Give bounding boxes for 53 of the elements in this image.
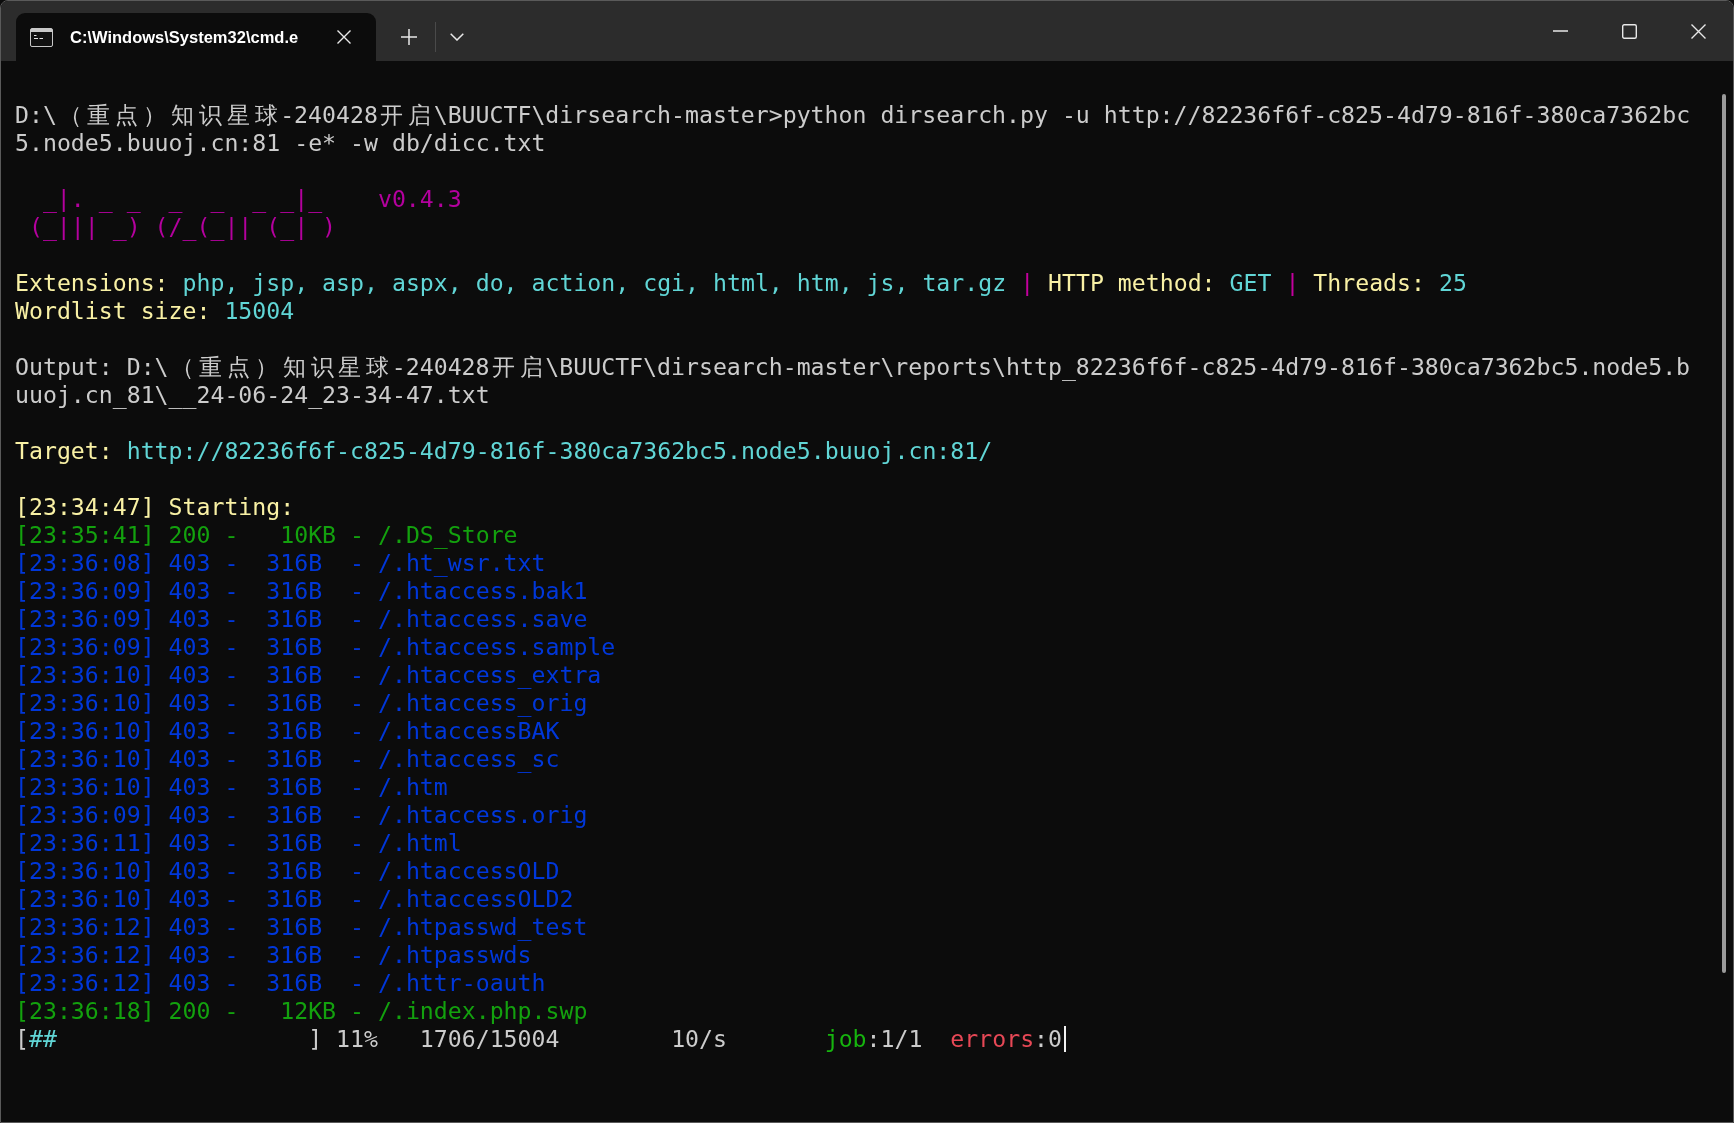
setting-value: http://82236f6f-c825-4d79-816f-380ca7362bc5.node5.buuoj.cn:81/ bbox=[126, 437, 993, 465]
setting-label: Wordlist size: bbox=[15, 297, 211, 325]
terminal-line: uuoj.cn_81\__24-06-24_23-34-47.txt bbox=[15, 381, 490, 409]
log-line: [23:36:09] 403 - 316B - /.htaccess.sample bbox=[15, 633, 616, 661]
terminal-icon bbox=[30, 27, 53, 47]
log-line: [23:36:10] 403 - 316B - /.htm bbox=[15, 773, 448, 801]
log-line: [23:35:41] 200 - 10KB - /.DS_Store bbox=[15, 521, 518, 549]
terminal-tab[interactable]: C:\Windows\System32\cmd.e bbox=[16, 13, 376, 61]
log-line: [23:36:10] 403 - 316B - /.htaccess_sc bbox=[15, 745, 560, 773]
log-line: [23:36:12] 403 - 316B - /.htpasswd_test bbox=[15, 913, 588, 941]
percent-text: 11% bbox=[336, 1025, 378, 1053]
terminal-line: 5.node5.buuoj.cn:81 -e* -w db/dicc.txt bbox=[15, 129, 546, 157]
setting-label: HTTP method: bbox=[1048, 269, 1216, 297]
log-line: [23:36:12] 403 - 316B - /.htpasswds bbox=[15, 941, 532, 969]
setting-label: Target: bbox=[15, 437, 113, 465]
log-line: [23:36:18] 200 - 12KB - /.index.php.swp bbox=[15, 997, 588, 1025]
version-text: v0.4.3 bbox=[377, 185, 462, 213]
count-text: 1706/15004 bbox=[419, 1025, 560, 1053]
log-line: [23:36:10] 403 - 316B - /.htaccessOLD2 bbox=[15, 885, 574, 913]
banner-text: _|. _ _ _ _ _ _|_ (_||| _) (/_(_|| (_| ) bbox=[28, 185, 337, 241]
setting-label: Threads: bbox=[1313, 269, 1425, 297]
plus-icon bbox=[401, 29, 417, 45]
terminal-line: D:\（重点）知识星球-240428开启\BUUCTF\dirsearch-master>python dirsearch.py -u http://82236f6f-c825-4d79-816f-380ca7362bc bbox=[15, 101, 1691, 129]
separator-mark: | bbox=[1020, 269, 1035, 297]
close-icon bbox=[337, 30, 351, 44]
setting-value: GET bbox=[1229, 269, 1272, 297]
separator-mark: | bbox=[1285, 269, 1300, 297]
log-line: [23:36:10] 403 - 316B - /.htaccess_orig bbox=[15, 689, 588, 717]
terminal-line: Output: D:\（重点）知识星球-240428开启\BUUCTF\dirsearch-master\reports\http_82236f6f-c825-4d79-816f-380ca7362bc5.node5.b bbox=[15, 353, 1691, 381]
log-line: [23:36:09] 403 - 316B - /.htaccess.save bbox=[15, 605, 588, 633]
setting-value: 15004 bbox=[224, 297, 295, 325]
setting-label: Extensions: bbox=[15, 269, 169, 297]
progress-bar-text: [## ] bbox=[15, 1025, 323, 1053]
scrollbar-thumb[interactable] bbox=[1722, 94, 1726, 973]
log-line: [23:36:11] 403 - 316B - /.html bbox=[15, 829, 462, 857]
setting-value: 25 bbox=[1438, 269, 1467, 297]
close-icon bbox=[1691, 23, 1706, 39]
log-line: [23:36:10] 403 - 316B - /.htaccessOLD bbox=[15, 857, 560, 885]
chevron-down-icon bbox=[450, 33, 464, 41]
status-line: [23:34:47] Starting: bbox=[15, 493, 295, 521]
text-cursor-icon bbox=[1064, 1026, 1066, 1052]
setting-value: php, jsp, asp, aspx, do, action, cgi, html, htm, js, tar.gz bbox=[182, 269, 1007, 297]
log-line: [23:36:08] 403 - 316B - /.ht_wsr.txt bbox=[15, 549, 546, 577]
log-line: [23:36:10] 403 - 316B - /.htaccessBAK bbox=[15, 717, 560, 745]
log-line: [23:36:10] 403 - 316B - /.htaccess_extra bbox=[15, 661, 602, 689]
log-line: [23:36:09] 403 - 316B - /.htaccess.orig bbox=[15, 801, 588, 829]
log-line: [23:36:12] 403 - 316B - /.httr-oauth bbox=[15, 969, 546, 997]
errors-text: errors:0 bbox=[950, 1025, 1062, 1053]
log-line: [23:36:09] 403 - 316B - /.htaccess.bak1 bbox=[15, 577, 588, 605]
job-text: job:1/1 bbox=[824, 1025, 923, 1053]
minimize-icon bbox=[1553, 30, 1568, 32]
maximize-icon bbox=[1622, 23, 1637, 39]
rate-text: 10/s bbox=[671, 1025, 727, 1053]
